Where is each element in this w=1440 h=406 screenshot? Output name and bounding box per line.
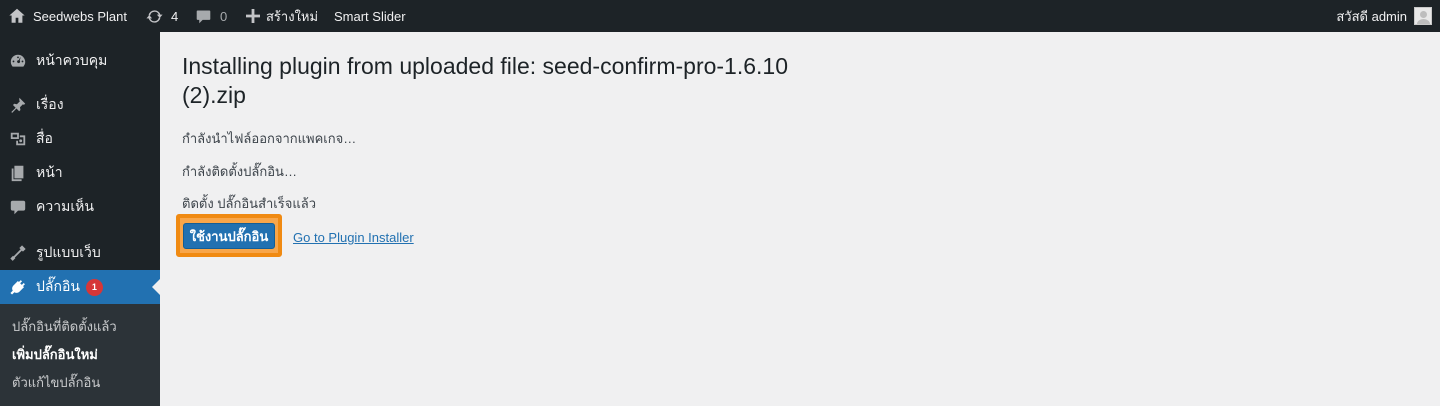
sidebar-item-label: รูปแบบเว็บ: [36, 244, 101, 260]
update-icon: [145, 7, 164, 26]
pages-icon: [9, 164, 27, 182]
site-home-link[interactable]: Seedwebs Plant: [8, 0, 127, 32]
comment-icon: [9, 198, 27, 216]
sidebar-item-label: หน้าควบคุม: [36, 52, 108, 68]
status-message-unpacking: กำลังนำไฟล์ออกจากแพคเกจ…: [182, 131, 357, 146]
sidebar-item-label: ปลั๊กอิน 1: [36, 276, 103, 298]
avatar: [1414, 7, 1432, 25]
submenu-add-new-plugin[interactable]: เพิ่มปลั๊กอินใหม่: [12, 344, 98, 365]
sidebar-item-plugins[interactable]: ปลั๊กอิน 1: [0, 270, 160, 304]
admin-bar: Seedwebs Plant 4 0 สร้างใหม่ Smart Slide…: [0, 0, 1440, 32]
go-to-plugin-installer-link[interactable]: Go to Plugin Installer: [293, 230, 414, 245]
greeting: สวัสดี admin: [1336, 8, 1407, 24]
submenu-installed-plugins[interactable]: ปลั๊กอินที่ติดตั้งแล้ว: [12, 316, 117, 337]
new-label: สร้างใหม่: [266, 8, 319, 24]
plugins-submenu: ปลั๊กอินที่ติดตั้งแล้ว เพิ่มปลั๊กอินใหม่…: [0, 304, 160, 406]
new-content-link[interactable]: สร้างใหม่: [246, 0, 318, 32]
pin-icon: [9, 96, 27, 114]
plugins-icon: [9, 278, 27, 296]
status-message-installing: กำลังติดตั้งปลั๊กอิน…: [182, 164, 297, 179]
account-menu[interactable]: สวัสดี admin: [1336, 0, 1432, 32]
updates-link[interactable]: 4: [145, 0, 178, 32]
sidebar-item-media[interactable]: สื่อ: [0, 122, 160, 156]
plus-icon: [246, 9, 260, 23]
comments-link[interactable]: 0: [195, 0, 227, 32]
sidebar-item-label: ความเห็น: [36, 198, 94, 214]
site-name: Seedwebs Plant: [33, 8, 127, 24]
sidebar-item-pages[interactable]: หน้า: [0, 156, 160, 190]
sidebar-item-label: หน้า: [36, 164, 63, 180]
media-icon: [9, 130, 27, 148]
submenu-plugin-editor[interactable]: ตัวแก้ไขปลั๊กอิน: [12, 372, 100, 393]
status-message-success: ติดตั้ง ปลั๊กอินสำเร็จแล้ว: [182, 196, 316, 211]
sidebar-item-posts[interactable]: เรื่อง: [0, 88, 160, 122]
main-content: Installing plugin from uploaded file: se…: [160, 32, 1440, 406]
smart-slider-label: Smart Slider: [334, 8, 406, 24]
sidebar-item-dashboard[interactable]: หน้าควบคุม: [0, 44, 160, 78]
appearance-icon: [9, 244, 27, 262]
home-icon: [8, 7, 26, 25]
smart-slider-link[interactable]: Smart Slider: [334, 0, 406, 32]
comments-count: 0: [220, 8, 228, 24]
plugins-label: ปลั๊กอิน: [36, 278, 80, 294]
current-menu-arrow: [152, 279, 160, 295]
sidebar-item-label: เรื่อง: [36, 96, 64, 112]
comment-bubble-icon: [195, 8, 212, 25]
sidebar-item-comments[interactable]: ความเห็น: [0, 190, 160, 224]
activate-plugin-button[interactable]: ใช้งานปลั๊กอิน: [183, 223, 275, 249]
sidebar-item-label: สื่อ: [36, 130, 53, 146]
dashboard-icon: [9, 52, 27, 70]
sidebar-item-appearance[interactable]: รูปแบบเว็บ: [0, 236, 160, 270]
admin-sidebar: หน้าควบคุม เรื่อง สื่อ หน้า ความเห็น รูป…: [0, 32, 160, 406]
page-title: Installing plugin from uploaded file: se…: [182, 53, 788, 108]
updates-count: 4: [171, 8, 179, 24]
update-count-badge: 1: [85, 278, 103, 296]
